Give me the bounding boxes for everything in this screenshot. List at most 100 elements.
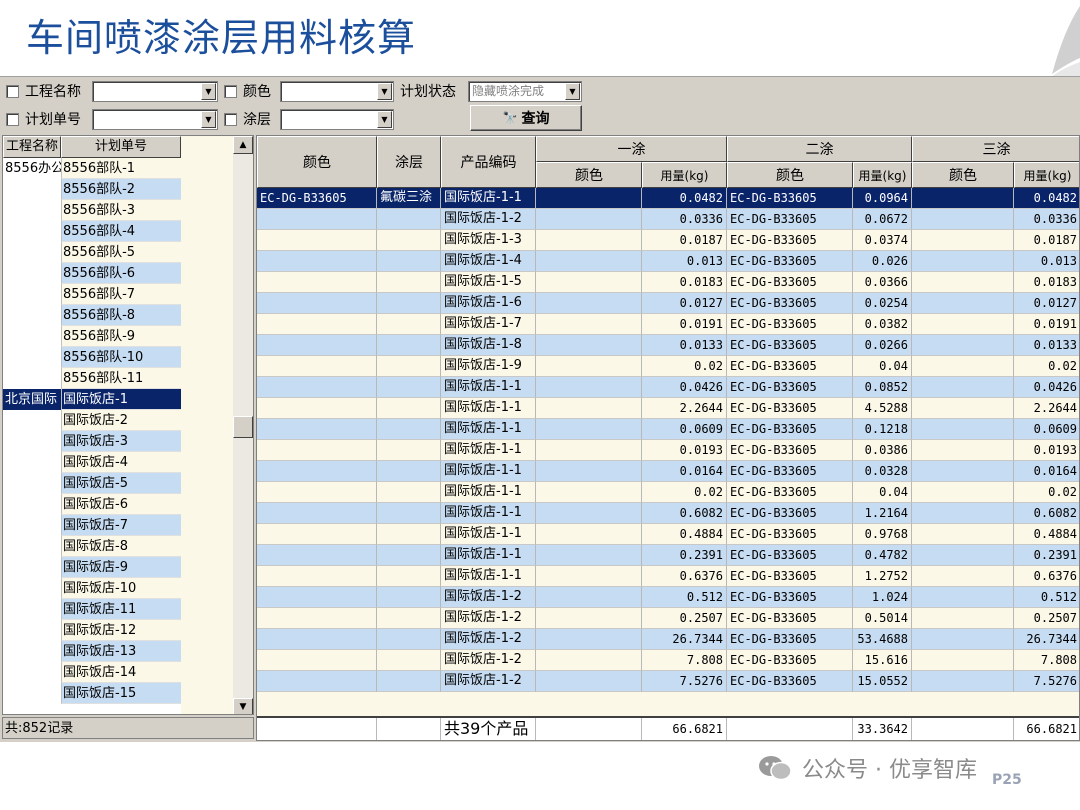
status-combo[interactable]: 隐藏喷涂完成 ▼ (468, 81, 582, 102)
cell-product-code[interactable]: 国际饭店-1-1 (441, 545, 536, 566)
list-item[interactable]: 8556部队-5 (3, 242, 181, 263)
cell-coat2-color[interactable]: EC-DG-B33605 (727, 293, 853, 314)
cell-coat[interactable] (377, 272, 441, 293)
col-header-plan[interactable]: 计划单号 (61, 136, 181, 158)
cell-coat3-amount[interactable]: 0.0426 (1014, 377, 1079, 398)
cell-coat2-amount[interactable]: 0.0328 (853, 461, 912, 482)
cell-coat[interactable] (377, 251, 441, 272)
cell-coat1-amount[interactable]: 2.2644 (642, 398, 727, 419)
col-header-coat2-amount[interactable]: 用量(kg) (853, 162, 912, 188)
cell-coat3-color[interactable] (912, 608, 1014, 629)
cell-coat2-color[interactable]: EC-DG-B33605 (727, 398, 853, 419)
table-row[interactable]: 国际饭店-1-2 0.0336 EC-DG-B33605 0.0672 0.0336 (257, 209, 1079, 230)
color-filter-checkbox[interactable] (224, 84, 237, 98)
cell-product-code[interactable]: 国际饭店-1-2 (441, 209, 536, 230)
cell-coat2-amount[interactable]: 15.616 (853, 650, 912, 671)
cell-coat3-amount[interactable]: 7.808 (1014, 650, 1079, 671)
cell-coat3-color[interactable] (912, 566, 1014, 587)
list-item[interactable]: 国际饭店-4 (3, 452, 181, 473)
cell-coat1-amount[interactable]: 7.808 (642, 650, 727, 671)
cell-coat1-color[interactable] (536, 650, 642, 671)
table-row[interactable]: 国际饭店-1-9 0.02 EC-DG-B33605 0.04 0.02 (257, 356, 1079, 377)
list-item[interactable]: 国际饭店-9 (3, 557, 181, 578)
cell-coat1-color[interactable] (536, 440, 642, 461)
list-item[interactable]: 8556部队-10 (3, 347, 181, 368)
cell-coat1-color[interactable] (536, 335, 642, 356)
cell-color[interactable]: EC-DG-B33605 (257, 188, 377, 209)
cell-coat3-color[interactable] (912, 188, 1014, 209)
list-item[interactable]: 国际饭店-14 (3, 662, 181, 683)
cell-coat2-color[interactable]: EC-DG-B33605 (727, 482, 853, 503)
cell-product-code[interactable]: 国际饭店-1-1 (441, 398, 536, 419)
cell-coat2-amount[interactable]: 0.0386 (853, 440, 912, 461)
cell-coat1-amount[interactable]: 0.2391 (642, 545, 727, 566)
cell-color[interactable] (257, 230, 377, 251)
cell-color[interactable] (257, 650, 377, 671)
col-header-coat1-amount[interactable]: 用量(kg) (642, 162, 727, 188)
cell-product-code[interactable]: 国际饭店-1-1 (441, 503, 536, 524)
table-row[interactable]: EC-DG-B33605 氟碳三涂 国际饭店-1-1 0.0482 EC-DG-B336… (257, 188, 1079, 209)
cell-coat2-amount[interactable]: 0.0672 (853, 209, 912, 230)
coat-combo[interactable]: ▼ (280, 109, 394, 130)
cell-coat1-amount[interactable]: 0.0127 (642, 293, 727, 314)
cell-coat1-amount[interactable]: 7.5276 (642, 671, 727, 692)
cell-coat[interactable] (377, 587, 441, 608)
table-row[interactable]: 国际饭店-1-1 0.0193 EC-DG-B33605 0.0386 0.0193 (257, 440, 1079, 461)
cell-coat3-amount[interactable]: 0.0187 (1014, 230, 1079, 251)
cell-coat3-color[interactable] (912, 461, 1014, 482)
cell-coat1-color[interactable] (536, 545, 642, 566)
cell-coat2-color[interactable]: EC-DG-B33605 (727, 377, 853, 398)
list-item[interactable]: 国际饭店-5 (3, 473, 181, 494)
list-item[interactable]: 8556部队-3 (3, 200, 181, 221)
cell-coat2-color[interactable]: EC-DG-B33605 (727, 671, 853, 692)
cell-coat1-color[interactable] (536, 419, 642, 440)
cell-product-code[interactable]: 国际饭店-1-1 (441, 188, 536, 209)
cell-product-code[interactable]: 国际饭店-1-2 (441, 629, 536, 650)
cell-coat2-amount[interactable]: 0.04 (853, 482, 912, 503)
cell-coat1-amount[interactable]: 0.0336 (642, 209, 727, 230)
color-combo[interactable]: ▼ (280, 81, 394, 102)
chevron-down-icon[interactable]: ▼ (201, 111, 216, 128)
cell-coat3-color[interactable] (912, 440, 1014, 461)
cell-coat2-amount[interactable]: 53.4688 (853, 629, 912, 650)
table-row[interactable]: 国际饭店-1-1 0.0164 EC-DG-B33605 0.0328 0.0164 (257, 461, 1079, 482)
cell-coat1-color[interactable] (536, 293, 642, 314)
cell-coat2-amount[interactable]: 4.5288 (853, 398, 912, 419)
cell-coat3-amount[interactable]: 0.0164 (1014, 461, 1079, 482)
scroll-thumb[interactable] (233, 416, 253, 438)
cell-coat3-color[interactable] (912, 398, 1014, 419)
cell-coat2-color[interactable]: EC-DG-B33605 (727, 272, 853, 293)
scroll-down-icon[interactable]: ▼ (233, 698, 253, 714)
col-header-coat2-color[interactable]: 颜色 (727, 162, 853, 188)
list-item[interactable]: 8556部队-2 (3, 179, 181, 200)
cell-coat1-color[interactable] (536, 461, 642, 482)
project-filter-checkbox[interactable] (6, 84, 19, 98)
cell-coat1-amount[interactable]: 0.013 (642, 251, 727, 272)
cell-coat3-amount[interactable]: 0.0133 (1014, 335, 1079, 356)
cell-coat1-amount[interactable]: 0.0164 (642, 461, 727, 482)
cell-coat2-amount[interactable]: 0.0852 (853, 377, 912, 398)
cell-coat1-color[interactable] (536, 314, 642, 335)
cell-coat1-color[interactable] (536, 629, 642, 650)
cell-coat[interactable] (377, 419, 441, 440)
cell-coat3-amount[interactable]: 0.4884 (1014, 524, 1079, 545)
cell-coat3-amount[interactable]: 26.7344 (1014, 629, 1079, 650)
cell-coat2-color[interactable]: EC-DG-B33605 (727, 440, 853, 461)
cell-coat[interactable] (377, 209, 441, 230)
cell-coat2-amount[interactable]: 0.0374 (853, 230, 912, 251)
cell-coat2-color[interactable]: EC-DG-B33605 (727, 566, 853, 587)
cell-coat1-color[interactable] (536, 356, 642, 377)
cell-coat1-amount[interactable]: 0.02 (642, 356, 727, 377)
cell-coat3-amount[interactable]: 2.2644 (1014, 398, 1079, 419)
list-item[interactable]: 8556部队-9 (3, 326, 181, 347)
cell-coat1-amount[interactable]: 0.0193 (642, 440, 727, 461)
table-row[interactable]: 国际饭店-1-5 0.0183 EC-DG-B33605 0.0366 0.0183 (257, 272, 1079, 293)
cell-color[interactable] (257, 209, 377, 230)
cell-coat[interactable] (377, 566, 441, 587)
table-row[interactable]: 国际饭店-1-1 0.6376 EC-DG-B33605 1.2752 0.6376 (257, 566, 1079, 587)
cell-coat3-amount[interactable]: 0.0609 (1014, 419, 1079, 440)
cell-coat2-color[interactable]: EC-DG-B33605 (727, 419, 853, 440)
cell-coat3-color[interactable] (912, 356, 1014, 377)
scroll-up-icon[interactable]: ▲ (233, 136, 253, 154)
cell-coat2-amount[interactable]: 0.0964 (853, 188, 912, 209)
